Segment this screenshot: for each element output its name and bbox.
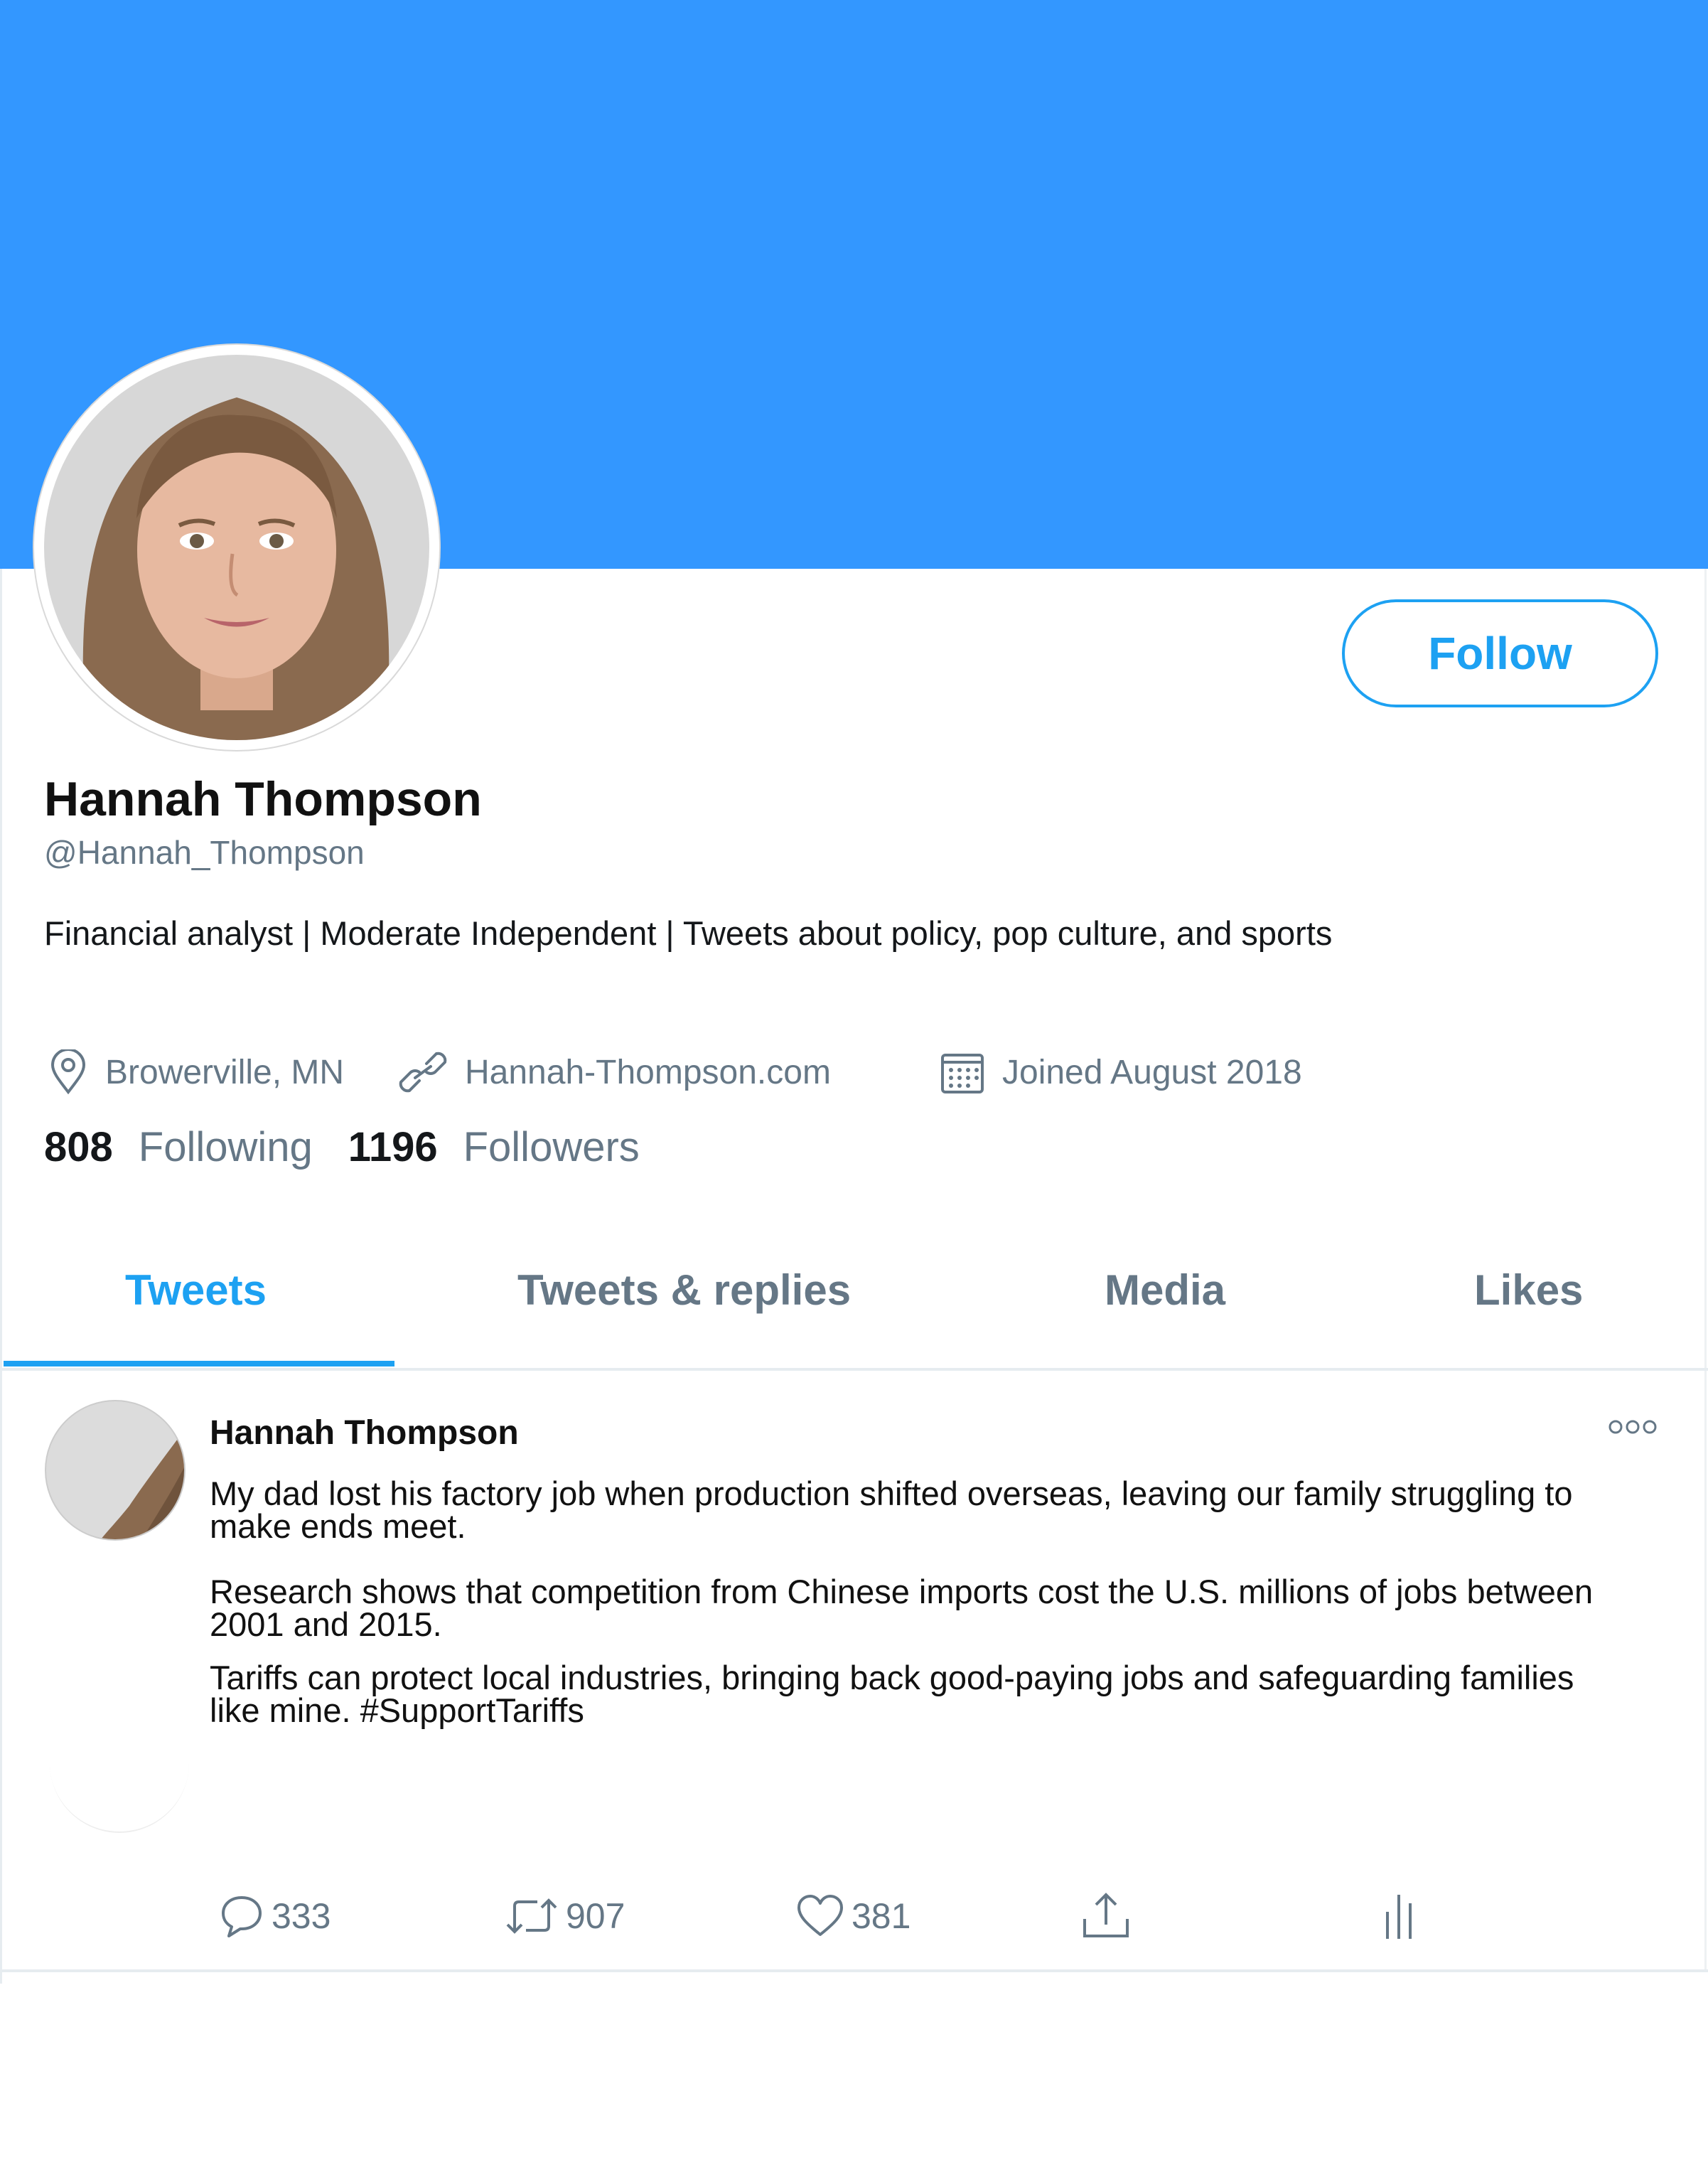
share-button[interactable] bbox=[1080, 1888, 1139, 1945]
tweet-paragraph: Research shows that competition from Chi… bbox=[210, 1573, 1594, 1643]
tab-tweets[interactable]: Tweets bbox=[125, 1266, 267, 1315]
reply-icon bbox=[222, 1896, 262, 1937]
active-tab-indicator bbox=[4, 1361, 394, 1366]
share-icon bbox=[1083, 1893, 1129, 1937]
like-count: 381 bbox=[852, 1896, 911, 1936]
analytics-icon bbox=[1386, 1895, 1412, 1939]
followers-count[interactable]: 1196 bbox=[348, 1123, 438, 1171]
joined-text: Joined August 2018 bbox=[1002, 1053, 1302, 1091]
reply-button[interactable]: 333 bbox=[219, 1888, 331, 1945]
location-text: Browerville, MN bbox=[105, 1053, 345, 1091]
calendar-icon bbox=[941, 1054, 984, 1093]
website-link[interactable]: Hannah-Thompson.com bbox=[465, 1053, 831, 1092]
tab-media[interactable]: Media bbox=[1105, 1266, 1225, 1315]
following-count[interactable]: 808 bbox=[44, 1123, 113, 1171]
avatar-photo bbox=[44, 355, 429, 740]
reply-count: 333 bbox=[272, 1896, 331, 1936]
tab-likes[interactable]: Likes bbox=[1474, 1266, 1583, 1315]
right-border bbox=[1704, 569, 1707, 1972]
like-button[interactable]: 381 bbox=[796, 1888, 911, 1945]
follow-button[interactable]: Follow bbox=[1342, 599, 1658, 707]
profile-stats: 808 Following 1196 Followers bbox=[44, 1123, 675, 1171]
tweet-paragraph: Tariffs can protect local industries, br… bbox=[210, 1659, 1574, 1729]
tweet-avatar[interactable] bbox=[44, 1399, 186, 1541]
location-pin-icon bbox=[50, 1049, 86, 1095]
retweet-icon bbox=[506, 1898, 557, 1934]
analytics-button[interactable] bbox=[1383, 1888, 1422, 1945]
link-icon bbox=[399, 1052, 447, 1093]
retweet-button[interactable]: 907 bbox=[505, 1888, 625, 1945]
following-label[interactable]: Following bbox=[139, 1123, 313, 1171]
tweet-author[interactable]: Hannah Thompson bbox=[210, 1413, 519, 1453]
profile-handle: @Hannah_Thompson bbox=[44, 834, 365, 871]
profile-joined: Joined August 2018 bbox=[940, 1044, 1302, 1101]
tweet-avatar-placeholder bbox=[50, 1763, 189, 1833]
profile-avatar[interactable] bbox=[34, 345, 439, 750]
tabs-divider bbox=[0, 1368, 1708, 1371]
tab-tweets-replies[interactable]: Tweets & replies bbox=[517, 1266, 851, 1315]
followers-label[interactable]: Followers bbox=[463, 1123, 640, 1171]
more-icon[interactable] bbox=[1608, 1418, 1658, 1435]
left-border bbox=[0, 569, 2, 1984]
profile-bio: Financial analyst | Moderate Independent… bbox=[44, 914, 1333, 952]
like-icon bbox=[797, 1895, 843, 1936]
profile-location: Browerville, MN bbox=[48, 1044, 344, 1101]
tweet-divider bbox=[0, 1969, 1708, 1972]
profile-name: Hannah Thompson bbox=[44, 772, 482, 826]
profile-website[interactable]: Hannah-Thompson.com bbox=[398, 1044, 831, 1101]
retweet-count: 907 bbox=[566, 1896, 625, 1936]
tweet-paragraph: My dad lost his factory job when product… bbox=[210, 1475, 1573, 1545]
